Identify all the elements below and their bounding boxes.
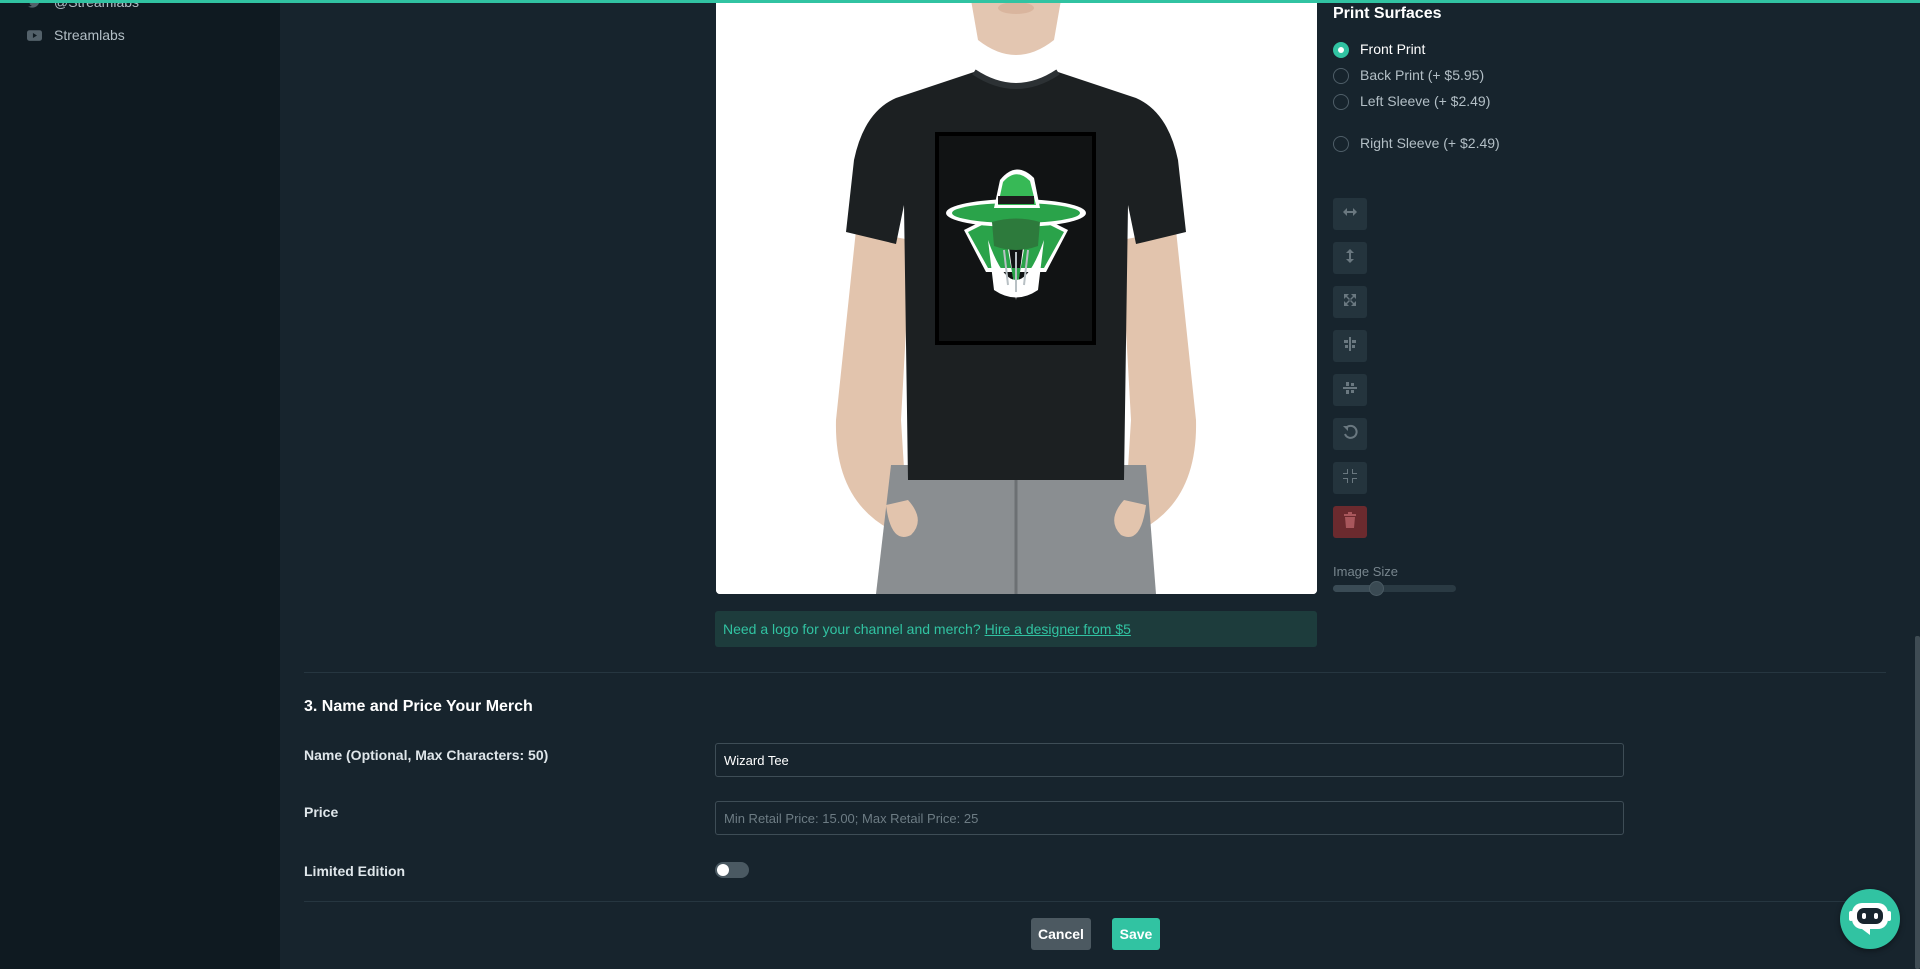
stretch-vertical-icon <box>1342 248 1358 269</box>
cancel-button[interactable]: Cancel <box>1031 918 1091 950</box>
print-surfaces-title: Print Surfaces <box>1333 5 1442 22</box>
image-size-slider[interactable] <box>1333 581 1456 596</box>
slider-thumb[interactable] <box>1369 581 1385 596</box>
robot-icon <box>1848 897 1892 942</box>
limited-edition-label: Limited Edition <box>304 863 406 879</box>
page-scrollbar[interactable] <box>1915 636 1920 969</box>
expand-icon <box>1342 292 1358 313</box>
radio-icon[interactable] <box>1333 136 1349 152</box>
image-size-label: Image Size <box>1333 564 1399 579</box>
price-input[interactable] <box>715 801 1624 835</box>
print-surface-label: Left Sleeve (+ $2.49) <box>1360 93 1491 109</box>
expand-button[interactable] <box>1333 286 1367 318</box>
section-divider <box>304 672 1886 673</box>
name-input[interactable] <box>715 743 1624 777</box>
print-surface-left-sleeve[interactable]: Left Sleeve (+ $2.49) <box>1333 93 1503 110</box>
print-surface-label: Right Sleeve (+ $2.49) <box>1360 135 1500 151</box>
radio-selected-icon[interactable] <box>1333 42 1349 58</box>
compress-button[interactable] <box>1333 462 1367 494</box>
price-field-label: Price <box>304 804 339 820</box>
print-surface-label: Back Print (+ $5.95) <box>1360 67 1485 83</box>
hire-designer-link[interactable]: Hire a designer from $5 <box>985 621 1131 637</box>
product-mockup-canvas[interactable] <box>716 0 1317 594</box>
hire-designer-banner: Need a logo for your channel and merch? … <box>715 611 1317 647</box>
tshirt-mockup-image <box>716 0 1317 594</box>
limited-edition-toggle[interactable] <box>715 862 749 878</box>
align-horizontal-center-icon <box>1342 380 1358 401</box>
radio-icon[interactable] <box>1333 94 1349 110</box>
top-progress-bar <box>0 0 1920 3</box>
name-field-label: Name (Optional, Max Characters: 50) <box>304 747 549 763</box>
sidebar: @Streamlabs Streamlabs <box>0 0 280 969</box>
banner-text: Need a logo for your channel and merch? <box>723 621 981 637</box>
rotate-icon <box>1342 424 1358 445</box>
rotate-button[interactable] <box>1333 418 1367 450</box>
print-surface-label: Front Print <box>1360 41 1426 57</box>
compress-icon <box>1342 468 1358 489</box>
sidebar-link-label: Streamlabs <box>54 27 125 43</box>
section-divider <box>304 901 1886 902</box>
delete-button[interactable] <box>1333 506 1367 538</box>
section-title: 3. Name and Price Your Merch <box>304 698 533 715</box>
stretch-horizontal-button[interactable] <box>1333 198 1367 230</box>
align-horizontal-center-button[interactable] <box>1333 374 1367 406</box>
print-surface-back[interactable]: Back Print (+ $5.95) <box>1333 67 1503 84</box>
align-vertical-center-button[interactable] <box>1333 330 1367 362</box>
stretch-horizontal-icon <box>1342 204 1358 225</box>
align-vertical-center-icon <box>1342 336 1358 357</box>
stretch-vertical-button[interactable] <box>1333 242 1367 274</box>
print-surface-right-sleeve[interactable]: Right Sleeve (+ $2.49) <box>1333 135 1503 152</box>
toggle-knob <box>717 864 729 876</box>
print-surface-front[interactable]: Front Print <box>1333 41 1503 58</box>
radio-icon[interactable] <box>1333 68 1349 84</box>
chat-assistant-button[interactable] <box>1840 889 1900 949</box>
sidebar-link-youtube[interactable]: Streamlabs <box>27 27 125 43</box>
save-button[interactable]: Save <box>1112 918 1160 950</box>
trash-icon <box>1343 511 1357 533</box>
youtube-icon <box>27 28 42 43</box>
